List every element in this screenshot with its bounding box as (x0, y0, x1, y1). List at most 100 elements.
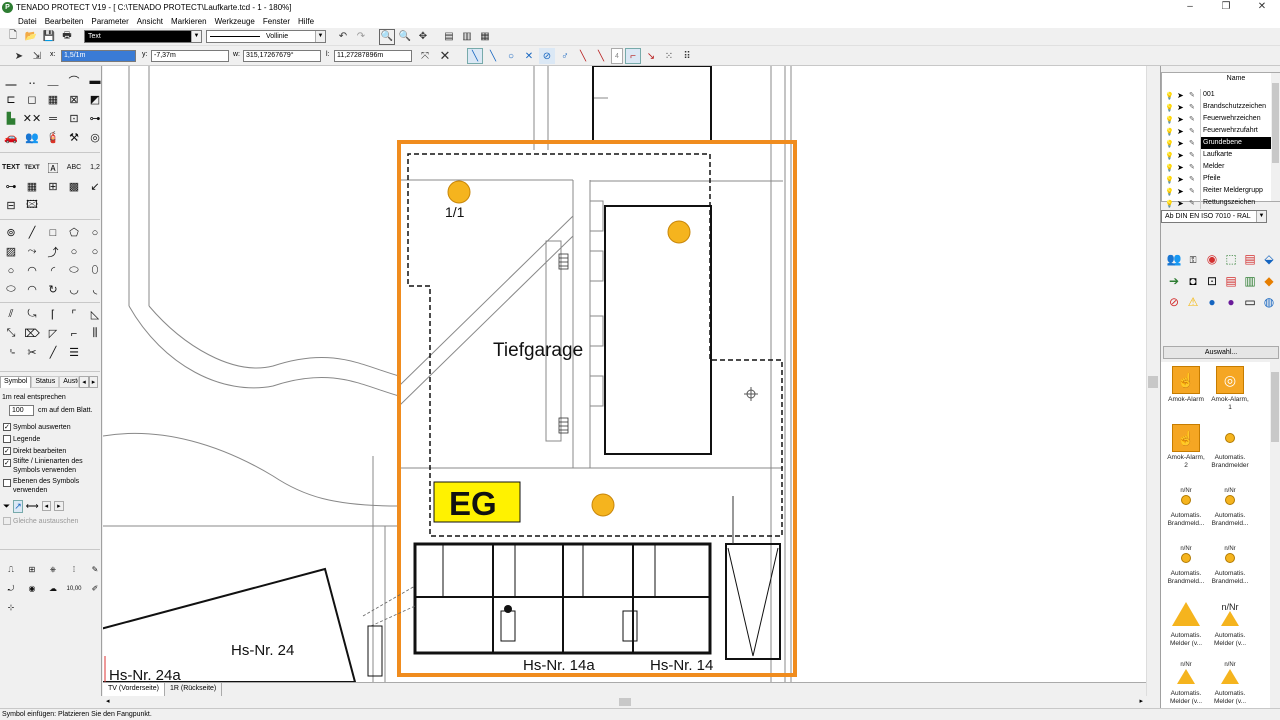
pointer-edit-icon[interactable]: ⇲ (29, 48, 45, 64)
warning-fire-icon[interactable]: ◆ (1260, 272, 1278, 290)
numbering-icon[interactable]: 1,2 (85, 159, 105, 176)
panel-red-icon[interactable]: ▤ (1222, 272, 1240, 290)
scroll-thumb[interactable] (1148, 376, 1158, 388)
print-icon[interactable]: 🖶 (59, 29, 75, 45)
scroll-thumb[interactable] (619, 698, 631, 706)
pointer-icon[interactable]: ➤ (1177, 198, 1184, 210)
menu-markieren[interactable]: Markieren (167, 15, 211, 28)
double-line-icon[interactable]: ═ (43, 110, 63, 127)
dash-dot-icon[interactable]: ⸏ (43, 72, 63, 89)
tangent-snap-icon[interactable]: ♂ (557, 48, 573, 64)
layer-row[interactable]: 💡 ➤ ✎ Feuerwehrzeichen (1162, 113, 1272, 125)
pencil-icon[interactable]: ✎ (1189, 198, 1195, 210)
layer-row[interactable]: 💡 ➤ ✎ Melder (1162, 161, 1272, 173)
undo-icon[interactable]: ↶ (335, 29, 351, 45)
line-tool-icon[interactable]: ╲ (467, 48, 483, 64)
door-icon[interactable]: ⊡ (64, 110, 84, 127)
symbol-number-icon[interactable]: 10,00 (64, 580, 84, 597)
box-x-icon[interactable]: ⊠ (64, 91, 84, 108)
spiral-icon[interactable]: ↻ (43, 281, 63, 298)
scroll-thumb[interactable] (1271, 372, 1279, 442)
switch-box-icon[interactable]: ▭ (1241, 293, 1259, 311)
checkbox-icon[interactable]: ✓ (3, 459, 11, 467)
polygon-icon[interactable]: ⬠ (64, 224, 84, 241)
break-icon[interactable]: ⌦ (22, 325, 42, 342)
line-tool-2-icon[interactable]: ╲ (485, 48, 501, 64)
frame-icon[interactable]: ⊟ (1, 197, 21, 214)
option-pens[interactable]: ✓ Stifte / Linienarten des Symbols verwen… (3, 457, 98, 477)
circle-4-icon[interactable]: ○ (1, 262, 21, 279)
target-icon[interactable]: ◎ (85, 129, 105, 146)
symbol-place-icon[interactable]: ⊞ (22, 561, 42, 578)
fire-alarm-icon[interactable]: ◉ (1203, 250, 1221, 268)
detector-marker[interactable] (447, 180, 471, 204)
line-icon[interactable]: ╱ (22, 224, 42, 241)
redo-icon[interactable]: ↷ (353, 29, 369, 45)
y-input[interactable]: -7,37m (151, 50, 229, 62)
close-icon[interactable]: ✕ (1244, 0, 1280, 15)
sheet-2-icon[interactable]: ▥ (459, 29, 475, 45)
array-icon[interactable]: ⫼ (85, 325, 105, 342)
tab-scroll-left-icon[interactable]: ◂ (79, 376, 89, 388)
tab-scroll-right-icon[interactable]: ▸ (88, 376, 99, 388)
symbol-row-icon[interactable]: ⎍ (1, 561, 21, 578)
layer-row[interactable]: 💡 ➤ ✎ Reiter Meldergrupp (1162, 185, 1272, 197)
arrow-right-green-icon[interactable]: ➔ (1165, 272, 1183, 290)
tab-back[interactable]: 1R (Rückseite) (165, 683, 223, 696)
zoom-window-icon[interactable]: 🔍 (379, 28, 395, 45)
perp-snap-icon[interactable]: ╲ (575, 48, 591, 64)
fillet-icon[interactable]: ⤿ (22, 306, 42, 323)
menu-fenster[interactable]: Fenster (259, 15, 294, 28)
symbol-dial-icon[interactable]: ◉ (22, 580, 42, 597)
checkbox-icon[interactable]: ✓ (3, 447, 11, 455)
drawing-canvas[interactable]: 1/1 Tiefgarage EG Hs-Nr. 24 Hs-Nr. 24a H… (103, 66, 1146, 682)
step-left-icon[interactable]: ◂ (41, 501, 52, 511)
sheet-3-icon[interactable]: ▦ (477, 29, 493, 45)
symbol-edit-icon[interactable]: ✎ (85, 561, 105, 578)
diagonal-icon[interactable]: ╱ (43, 344, 63, 361)
offset-field[interactable]: 4 (611, 48, 623, 64)
pipe-icon[interactable]: ⊶ (85, 110, 105, 127)
scroll-thumb[interactable] (1272, 83, 1279, 163)
arc-5-icon[interactable]: ◡ (64, 281, 84, 298)
stretch-icon[interactable]: ⟷ (26, 501, 39, 512)
symbol-count-icon[interactable]: ⁞ (64, 561, 84, 578)
leader-icon[interactable]: ↙ (85, 178, 105, 195)
layer-row[interactable]: 💡 ➤ ✎ Brandschutzzeichen (1162, 101, 1272, 113)
snap-cross-icon[interactable]: ⤧ (417, 48, 433, 64)
symbol-item[interactable]: Automatis. Brandmelder (1209, 424, 1251, 470)
layer-row[interactable]: 💡 ➤ ✎ Feuerwehrzufahrt (1162, 125, 1272, 137)
ellipse-2-icon[interactable]: ⬯ (85, 262, 105, 279)
new-file-icon[interactable]: 🗋 (5, 29, 21, 45)
w-input[interactable]: 315,17267679° (243, 50, 321, 62)
split-icon[interactable]: ⌎ (1, 344, 21, 361)
grid-wall-icon[interactable]: ▦ (43, 91, 63, 108)
open-folder-icon[interactable]: 📂 (23, 29, 39, 45)
scroll-right-icon[interactable]: ▸ (1139, 697, 1143, 705)
line-short-icon[interactable]: ⎽ (1, 72, 21, 89)
prohibition-icon[interactable]: ⊘ (1165, 293, 1183, 311)
symbol-scrollbar[interactable] (1270, 362, 1280, 708)
arc-6-icon[interactable]: ◟ (85, 281, 105, 298)
sheet-1-icon[interactable]: ▤ (441, 29, 457, 45)
exit-sign-icon[interactable]: ⬚ (1222, 250, 1240, 268)
option-legend[interactable]: Legende (3, 433, 98, 445)
symbol-item[interactable]: n/Nr Automatis. Brandmeld... (1165, 540, 1207, 586)
extend-icon[interactable]: ⤡ (1, 325, 21, 342)
cross-line-icon[interactable]: ✕✕ (22, 110, 42, 127)
pan-icon[interactable]: ✥ (415, 29, 431, 45)
layer-row[interactable]: 💡 ➤ ✎ Laufkarte (1162, 149, 1272, 161)
symbol-item[interactable]: n/Nr Automatis. Melder (v... (1165, 656, 1207, 706)
cancel-x-icon[interactable]: ✕ (437, 48, 453, 64)
wall-icon[interactable]: ⊏ (1, 91, 21, 108)
checkbox-icon[interactable] (3, 435, 11, 443)
symbol-pen-icon[interactable]: ✐ (85, 580, 105, 597)
globe-icon[interactable]: ◍ (1260, 293, 1278, 311)
l-input[interactable]: 11,27287896m (334, 50, 412, 62)
option-evaluate[interactable]: ✓ Symbol auswerten (3, 421, 98, 433)
text-multi-icon[interactable]: TEXT (22, 159, 42, 176)
sprinkler-box-icon[interactable]: ⊡ (1203, 272, 1221, 290)
symbol-item[interactable]: ☝ Amok-Alarm (1165, 366, 1207, 404)
table-icon[interactable]: ▦ (22, 178, 42, 195)
layer-row[interactable]: 💡 ➤ ✎ 001 (1162, 89, 1272, 101)
